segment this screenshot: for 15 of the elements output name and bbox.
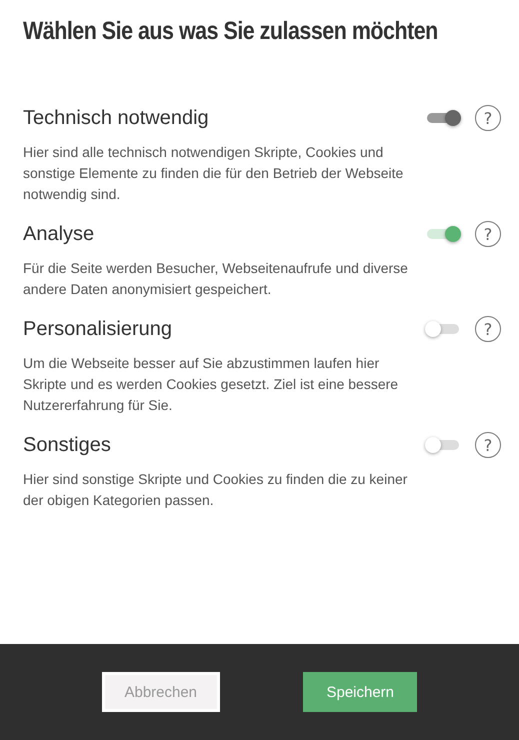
category-title: Sonstiges — [23, 434, 112, 456]
toggle-switch[interactable] — [425, 319, 461, 339]
category-description: Um die Webseite besser auf Sie abzustimmen laufen hier Skripte und es werden Cookies gesetzt. Ziel ist eine bessere Nutzererfahrung für Sie. — [23, 354, 400, 415]
help-button[interactable]: ? — [475, 221, 501, 247]
category-description: Hier sind sonstige Skripte und Cookies zu finden die zu keiner der obigen Kategorien passen. — [23, 470, 408, 510]
help-button[interactable]: ? — [475, 432, 501, 458]
toggle-switch[interactable] — [425, 435, 461, 455]
category-title: Technisch notwendig — [23, 106, 210, 130]
category-description: Hier sind alle technisch notwendigen Skripte, Cookies und sonstige Elemente zu finden die für den Betrieb der Webseite notwendig sind. — [23, 143, 404, 204]
category-title: Personalisierung — [23, 318, 173, 340]
help-button[interactable]: ? — [475, 316, 501, 342]
category-title: Analyse — [23, 222, 96, 246]
category-description: Für die Seite werden Besucher, Webseitenaufrufe und diverse andere Daten anonymisiert gespeichert. — [23, 259, 409, 299]
dialog-title: Wählen Sie aus was Sie zulassen möchten — [23, 17, 439, 46]
toggle-switch[interactable] — [425, 224, 461, 244]
